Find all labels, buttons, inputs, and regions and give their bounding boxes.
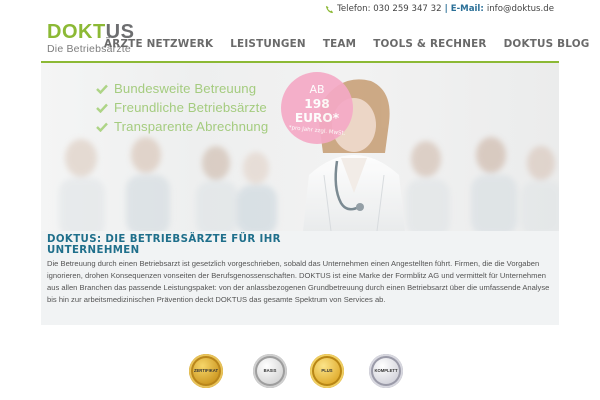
- seal-komplett[interactable]: KOMPLETT: [369, 354, 403, 388]
- nav-item-doktus-blog[interactable]: DOKTUS BLOG: [504, 38, 590, 50]
- email-label: E-Mail:: [450, 4, 484, 14]
- price-badge-ab: AB: [309, 83, 325, 96]
- benefit-item: Transparente Abrechnung: [96, 117, 268, 136]
- benefit-item: Bundesweite Betreuung: [96, 79, 268, 98]
- check-icon: [96, 122, 108, 132]
- seal-label: PLUS: [321, 368, 333, 373]
- benefits-list: Bundesweite Betreuung Freundliche Betrie…: [96, 79, 268, 136]
- phone-number[interactable]: Telefon: 030 259 347 32: [337, 4, 441, 14]
- benefit-item: Freundliche Betriebsärzte: [96, 98, 268, 117]
- seal-label: BASIS: [263, 368, 277, 373]
- seal-zertifikat[interactable]: ZERTIFIKAT: [189, 354, 223, 388]
- nav-item-leistungen[interactable]: LEISTUNGEN: [230, 38, 306, 50]
- intro-heading: DOKTUS: DIE BETRIEBSÄRZTE FÜR IHR UNTERN…: [47, 234, 281, 256]
- benefit-text: Freundliche Betriebsärzte: [114, 100, 267, 115]
- price-badge[interactable]: AB 198 EURO* *pro Jahr zzgl. MwSt.: [281, 72, 353, 144]
- benefit-text: Transparente Abrechnung: [114, 119, 269, 134]
- intro-section: DOKTUS: DIE BETRIEBSÄRZTE FÜR IHR UNTERN…: [41, 231, 559, 325]
- phone-icon: [326, 5, 334, 13]
- nav-item-tools-rechner[interactable]: TOOLS & RECHNER: [373, 38, 486, 50]
- seal-label: KOMPLETT: [374, 368, 398, 373]
- contact-bar: Telefon: 030 259 347 32 | E-Mail: info@d…: [325, 2, 554, 16]
- check-icon: [96, 103, 108, 113]
- check-icon: [96, 84, 108, 94]
- logo-brand-a: DOKT: [47, 21, 106, 43]
- main-nav: ÄRZTE NETZWERK LEISTUNGEN TEAM TOOLS & R…: [104, 38, 589, 50]
- certification-seals: ZERTIFIKAT BASIS PLUS KOMPLETT: [183, 354, 423, 390]
- nav-item-team[interactable]: TEAM: [323, 38, 356, 50]
- page: Telefon: 030 259 347 32 | E-Mail: info@d…: [0, 0, 600, 400]
- seal-basis[interactable]: BASIS: [253, 354, 287, 388]
- seal-plus[interactable]: PLUS: [310, 354, 344, 388]
- contact-separator: |: [444, 4, 448, 14]
- benefit-text: Bundesweite Betreuung: [114, 81, 257, 96]
- intro-text: Die Betreuung durch einen Betriebsarzt i…: [47, 259, 550, 304]
- seal-label: ZERTIFIKAT: [193, 368, 219, 373]
- nav-item-aerzte-netzwerk[interactable]: ÄRZTE NETZWERK: [104, 38, 213, 50]
- hero-banner: Bundesweite Betreuung Freundliche Betrie…: [41, 63, 559, 231]
- email-link[interactable]: info@doktus.de: [487, 4, 554, 14]
- price-badge-amount: 198 EURO*: [294, 97, 340, 125]
